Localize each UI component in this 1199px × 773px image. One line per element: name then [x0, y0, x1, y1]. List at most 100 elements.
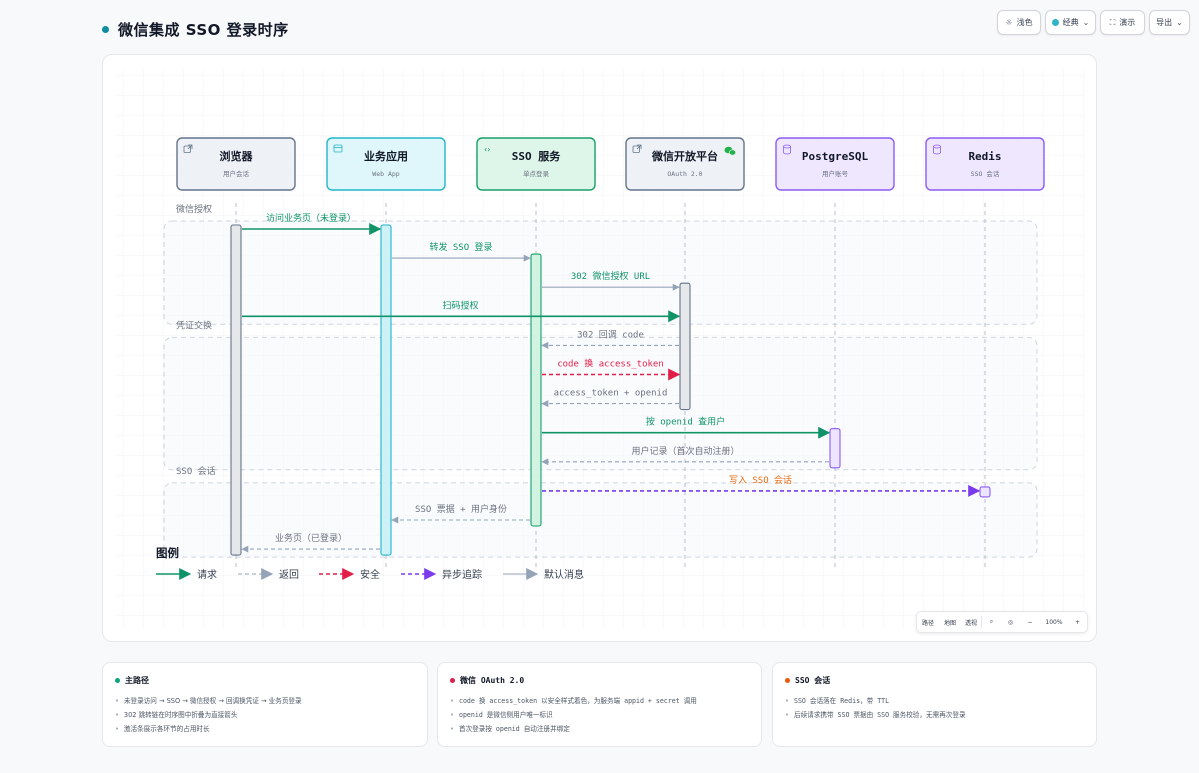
card-dot-icon	[450, 678, 455, 683]
message-label: 扫码授权	[442, 299, 478, 311]
zoom-mode-map[interactable]: 地图	[939, 618, 961, 627]
list-item: 激活条展示各环节的占用时长	[115, 722, 302, 736]
sun-icon: ☼	[1005, 18, 1013, 27]
card-list: code 换 access_token 以安全样式着色，为服务端 appid +…	[450, 694, 697, 736]
activation-wechat	[679, 282, 691, 411]
participant-box	[176, 137, 296, 191]
theme-button[interactable]: ☼ 浅色	[997, 10, 1041, 35]
chevron-down-icon: ⌄	[1176, 18, 1183, 27]
participant-browser: 浏览器用户会话	[176, 137, 296, 191]
card-list: SSO 会话落在 Redis，带 TTL 后续请求携带 SSO 票据由 SSO …	[785, 694, 966, 722]
participant-app: 业务应用 Web App	[326, 137, 446, 191]
card-wechat-oauth: 微信 OAuth 2.0 code 换 access_token 以安全样式着色…	[437, 662, 762, 747]
participant-box	[775, 137, 895, 191]
card-main-path: 主路径 未登录访问 → SSO → 微信授权 → 回调换凭证 → 业务页登录 3…	[102, 662, 428, 747]
participant-subtitle: OAuth 2.0	[667, 170, 702, 178]
zoom-level: 100%	[1045, 618, 1063, 626]
message-label: 写入 SSO 会话	[729, 474, 792, 486]
list-item: SSO 会话落在 Redis，带 TTL	[785, 694, 966, 708]
card-title-text: 微信 OAuth 2.0	[460, 676, 525, 685]
zoom-mode-perspective[interactable]: 透视	[961, 618, 981, 627]
participant-name: 微信开放平台	[651, 149, 718, 163]
search-icon[interactable]: ⌕	[982, 618, 1001, 626]
group-label: 凭证交换	[176, 319, 212, 331]
style-dropdown[interactable]: 经典 ⌄	[1045, 10, 1096, 35]
message-label: 访问业务页（未登录）	[266, 212, 356, 224]
participant-box	[326, 137, 446, 191]
message-label: 302 微信授权 URL	[571, 270, 650, 282]
group-label: SSO 会话	[176, 465, 216, 477]
participant-name: PostgreSQL	[802, 150, 869, 163]
list-item: 未登录访问 → SSO → 微信授权 → 回调换凭证 → 业务页登录	[115, 694, 302, 708]
participant-name: Redis	[968, 150, 1001, 163]
export-dropdown[interactable]: 导出 ⌄	[1149, 10, 1190, 35]
participant-name: SSO 服务	[512, 149, 561, 163]
participant-box	[925, 137, 1045, 191]
participant-subtitle: 单点登录	[523, 169, 550, 178]
activation-sso	[530, 253, 542, 527]
list-item: openid 是微信侧用户唯一标识	[450, 708, 697, 722]
group-frame-2	[163, 482, 1038, 558]
present-button[interactable]: ⛶ 演示	[1100, 10, 1145, 35]
sequence-diagram: 微信授权凭证交换 SSO 会话 浏览器用户会话 业务应用 Web App SSO 服务单点…	[117, 69, 1084, 629]
list-item: 首次登录按 openid 自动注册并绑定	[450, 722, 697, 736]
list-item: code 换 access_token 以安全样式着色，为服务端 appid +…	[450, 694, 697, 708]
participant-sso: SSO 服务单点登录 ‹›	[476, 137, 596, 191]
legend-label: 安全	[360, 568, 380, 581]
card-title-text: 主路径	[125, 676, 149, 685]
card-dot-icon	[115, 678, 120, 683]
card-title: 主路径	[115, 675, 149, 686]
participant-subtitle: SSO 会话	[971, 169, 1000, 178]
legend-label: 默认消息	[544, 568, 584, 581]
fit-view-icon[interactable]: ◎	[1001, 619, 1020, 626]
card-title: 微信 OAuth 2.0	[450, 675, 524, 686]
activation-pg	[829, 428, 841, 469]
activation-app	[380, 224, 392, 556]
participant-name: 业务应用	[364, 149, 408, 163]
participant-wechat: 微信开放平台 OAuth 2.0	[625, 137, 745, 191]
legend-label: 返回	[279, 569, 299, 581]
participant-redis: Redis SSO 会话	[925, 137, 1045, 191]
participant-pg: PostgreSQL 用户账号	[775, 137, 895, 191]
theme-button-label: 浅色	[1016, 18, 1033, 27]
export-dropdown-label: 导出	[1156, 18, 1173, 27]
participant-box	[625, 137, 745, 191]
card-sso-session: SSO 会话 SSO 会话落在 Redis，带 TTL 后续请求携带 SSO 票…	[772, 662, 1097, 747]
participant-subtitle: 用户账号	[822, 169, 849, 178]
legend-label: 异步追踪	[442, 568, 482, 581]
group-label: 微信授权	[176, 203, 212, 215]
style-dropdown-label: 经典	[1062, 18, 1079, 27]
message-label: 转发 SSO 登录	[429, 241, 492, 253]
title-dot	[102, 26, 109, 33]
list-item: 302 跳转链在时序图中折叠为直接箭头	[115, 708, 302, 722]
activation-redis	[979, 486, 991, 498]
activation-browser	[230, 224, 242, 556]
fullscreen-icon: ⛶	[1109, 17, 1116, 27]
message-label: access_token + openid	[554, 389, 668, 399]
zoom-mode-path[interactable]: 路径	[917, 618, 939, 627]
card-list: 未登录访问 → SSO → 微信授权 → 回调换凭证 → 业务页登录 302 跳…	[115, 694, 302, 736]
zoom-in-button[interactable]: +	[1068, 619, 1087, 626]
present-button-label: 演示	[1119, 18, 1136, 27]
card-title-text: SSO 会话	[795, 676, 831, 685]
legend-title: 图例	[156, 546, 179, 560]
message-label: 用户记录（首次自动注册）	[631, 445, 739, 457]
participant-box	[476, 137, 596, 191]
card-title: SSO 会话	[785, 675, 830, 686]
participant-subtitle: 用户会话	[223, 169, 250, 178]
participant-subtitle: Web App	[372, 170, 399, 178]
diagram-canvas[interactable]: 微信授权凭证交换 SSO 会话 浏览器用户会话 业务应用 Web App SSO 服务单点…	[102, 54, 1097, 642]
message-label: 302 回调 code	[577, 329, 644, 340]
chevron-down-icon: ⌄	[1082, 18, 1090, 27]
code-icon: ‹›	[484, 145, 490, 154]
wechat-bubble-small	[728, 149, 736, 156]
zoom-out-button[interactable]: −	[1020, 619, 1040, 626]
message-label: code 换 access_token	[557, 358, 664, 370]
header: 微信集成 SSO 登录时序 ☼ 浅色 经典 ⌄ ⛶ 演示 导出 ⌄	[0, 0, 1199, 54]
message-label: 按 openid 查用户	[646, 416, 725, 428]
message-label: 业务页（已登录）	[275, 532, 347, 544]
list-item: 后续请求携带 SSO 票据由 SSO 服务校验，无需再次登录	[785, 708, 966, 722]
participant-name: 浏览器	[220, 149, 254, 163]
legend-label: 请求	[197, 568, 217, 581]
zoom-toolbar: 路径 地图 透视 ⌕ ◎ − 100% +	[916, 611, 1088, 633]
